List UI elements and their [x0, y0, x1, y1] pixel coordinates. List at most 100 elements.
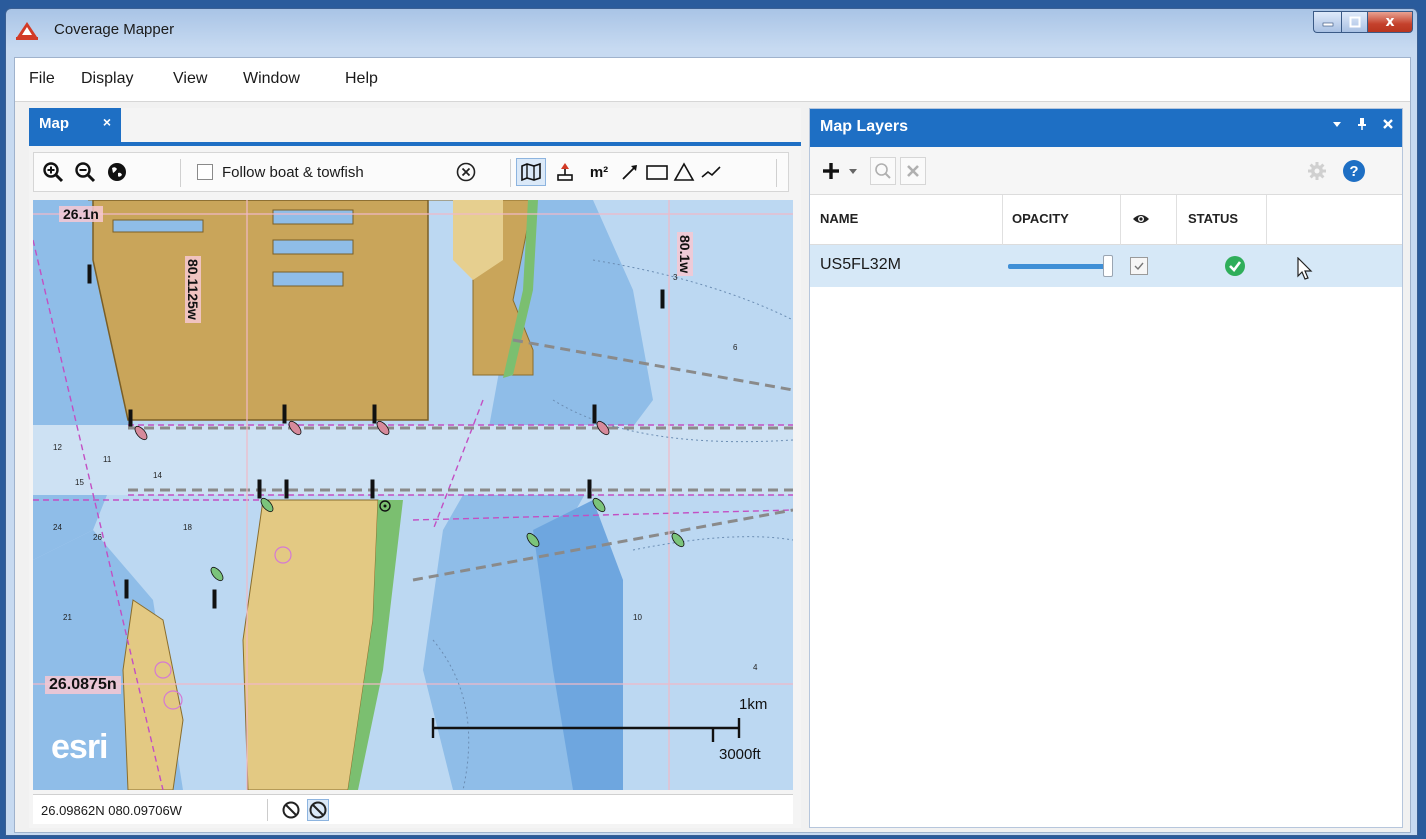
esri-watermark: esri	[51, 728, 108, 766]
full-extent-button[interactable]	[104, 158, 130, 186]
toolbar-separator	[510, 159, 511, 187]
menu-window[interactable]: Window	[243, 70, 300, 88]
lat-label-bottom: 26.0875n	[45, 676, 121, 694]
lat-label-top: 26.1n	[59, 206, 103, 222]
column-status[interactable]: STATUS	[1188, 211, 1238, 226]
menu-bar: File Display View Window Help	[15, 58, 1410, 102]
lon-label-left: 80.1125w	[185, 256, 201, 323]
zoom-in-icon	[43, 162, 64, 183]
minimize-button[interactable]	[1313, 11, 1341, 33]
close-icon: x	[1385, 14, 1395, 30]
layer-row[interactable]: US5FL32M	[810, 245, 1402, 287]
client-area: File Display View Window Help Map × Foll…	[14, 57, 1411, 833]
window-title: Coverage Mapper	[54, 21, 175, 38]
add-layer-dropdown[interactable]	[846, 157, 860, 185]
triangle-draw-tool[interactable]	[672, 158, 696, 186]
zoom-out-button[interactable]	[72, 158, 98, 186]
close-button[interactable]: x	[1367, 11, 1413, 33]
maximize-button[interactable]	[1341, 11, 1367, 33]
gear-icon	[1308, 162, 1326, 180]
map-layer-tool[interactable]	[516, 158, 546, 186]
arrow-draw-tool[interactable]	[618, 158, 642, 186]
menu-file[interactable]: File	[29, 70, 55, 88]
remove-layer-button[interactable]	[900, 157, 926, 185]
scale-km-label: 1km	[739, 696, 768, 713]
tab-map-label: Map	[39, 115, 69, 132]
sounding: 15	[75, 478, 84, 487]
zoom-out-icon	[75, 162, 96, 183]
tab-close-icon[interactable]: ×	[103, 114, 111, 130]
title-bar: Coverage Mapper x	[6, 9, 1417, 57]
search-layer-button[interactable]	[870, 157, 896, 185]
column-opacity[interactable]: OPACITY	[1012, 211, 1069, 226]
triangle-icon	[673, 162, 695, 181]
scale-ft-label: 3000ft	[719, 746, 761, 763]
lon-label-right: 80.1w	[677, 232, 693, 277]
line-draw-tool[interactable]	[698, 158, 724, 186]
pin-icon[interactable]	[1356, 117, 1368, 131]
sounding: 24	[53, 523, 62, 532]
delete-icon	[907, 165, 919, 177]
map-icon	[521, 162, 541, 182]
mouse-cursor-icon	[1297, 257, 1313, 280]
tab-map[interactable]: Map ×	[29, 108, 121, 142]
help-icon: ?	[1343, 160, 1365, 182]
sounding: 18	[183, 523, 192, 532]
sounding: 6	[733, 343, 738, 352]
status-separator	[267, 799, 268, 821]
search-icon	[875, 163, 891, 179]
map-toolbar: Follow boat & towfish m²	[33, 152, 789, 192]
map-layers-header: Map Layers	[810, 109, 1402, 147]
rectangle-draw-tool[interactable]	[644, 158, 670, 186]
clear-circle-icon	[456, 162, 476, 182]
arrow-icon	[622, 165, 637, 180]
opacity-slider-thumb[interactable]	[1103, 255, 1113, 277]
prohibited-icon	[282, 801, 300, 819]
layers-column-header: NAME OPACITY STATUS	[810, 195, 1402, 245]
layer-settings-button[interactable]	[1304, 157, 1330, 185]
polyline-icon	[701, 166, 721, 178]
window-controls: x	[1313, 11, 1413, 35]
app-window: Coverage Mapper x File Display View Wind…	[5, 8, 1418, 836]
add-layer-button[interactable]	[818, 157, 844, 185]
sounding: 4	[753, 663, 758, 672]
clear-follow-button[interactable]	[452, 158, 480, 186]
checkmark-icon	[1134, 262, 1144, 271]
column-divider	[1266, 195, 1267, 245]
follow-checkbox-box	[197, 164, 213, 180]
boat-marker-icon	[557, 163, 573, 181]
panel-close-icon[interactable]	[1382, 117, 1394, 131]
layer-visibility-checkbox[interactable]	[1130, 257, 1148, 275]
menu-view[interactable]: View	[173, 70, 207, 88]
zoom-in-button[interactable]	[40, 158, 66, 186]
globe-icon	[108, 163, 126, 181]
column-name[interactable]: NAME	[820, 211, 858, 226]
map-pane: Map × Follow boat & towfish m² 12 15 11 …	[29, 108, 801, 828]
minimize-icon	[1322, 22, 1333, 27]
menu-help[interactable]: Help	[345, 70, 378, 88]
follow-checkbox[interactable]	[194, 158, 216, 186]
sounding: 12	[53, 443, 62, 452]
column-divider	[1120, 195, 1121, 245]
nautical-chart-map[interactable]: 12 15 11 14 21 3 6 24 26 18 10 4 26.1n 2…	[33, 200, 793, 790]
sounding: 11	[103, 455, 112, 464]
cursor-coordinates: 26.09862N 080.09706W	[41, 803, 182, 818]
map-layers-panel: Map Layers ? NAME OPACITY STATUS US5FL32…	[809, 108, 1403, 828]
boat-marker-tool[interactable]	[552, 158, 578, 186]
chevron-down-icon	[849, 169, 857, 174]
eye-icon	[1133, 215, 1149, 223]
area-measure-tool[interactable]: m²	[584, 158, 614, 186]
column-visibility[interactable]	[1132, 211, 1150, 230]
plus-icon	[823, 163, 839, 179]
help-button[interactable]: ?	[1340, 157, 1368, 185]
sounding: 14	[153, 471, 162, 480]
opacity-slider-track[interactable]	[1008, 264, 1107, 269]
follow-label: Follow boat & towfish	[222, 163, 364, 181]
panel-dropdown-icon[interactable]	[1332, 117, 1342, 131]
toolbar-separator	[776, 159, 777, 187]
app-logo-icon	[16, 22, 38, 40]
status-ok-icon	[1225, 256, 1245, 276]
gps-status-indicator	[281, 800, 301, 820]
svg-text:?: ?	[1349, 163, 1358, 180]
menu-display[interactable]: Display	[81, 70, 133, 88]
